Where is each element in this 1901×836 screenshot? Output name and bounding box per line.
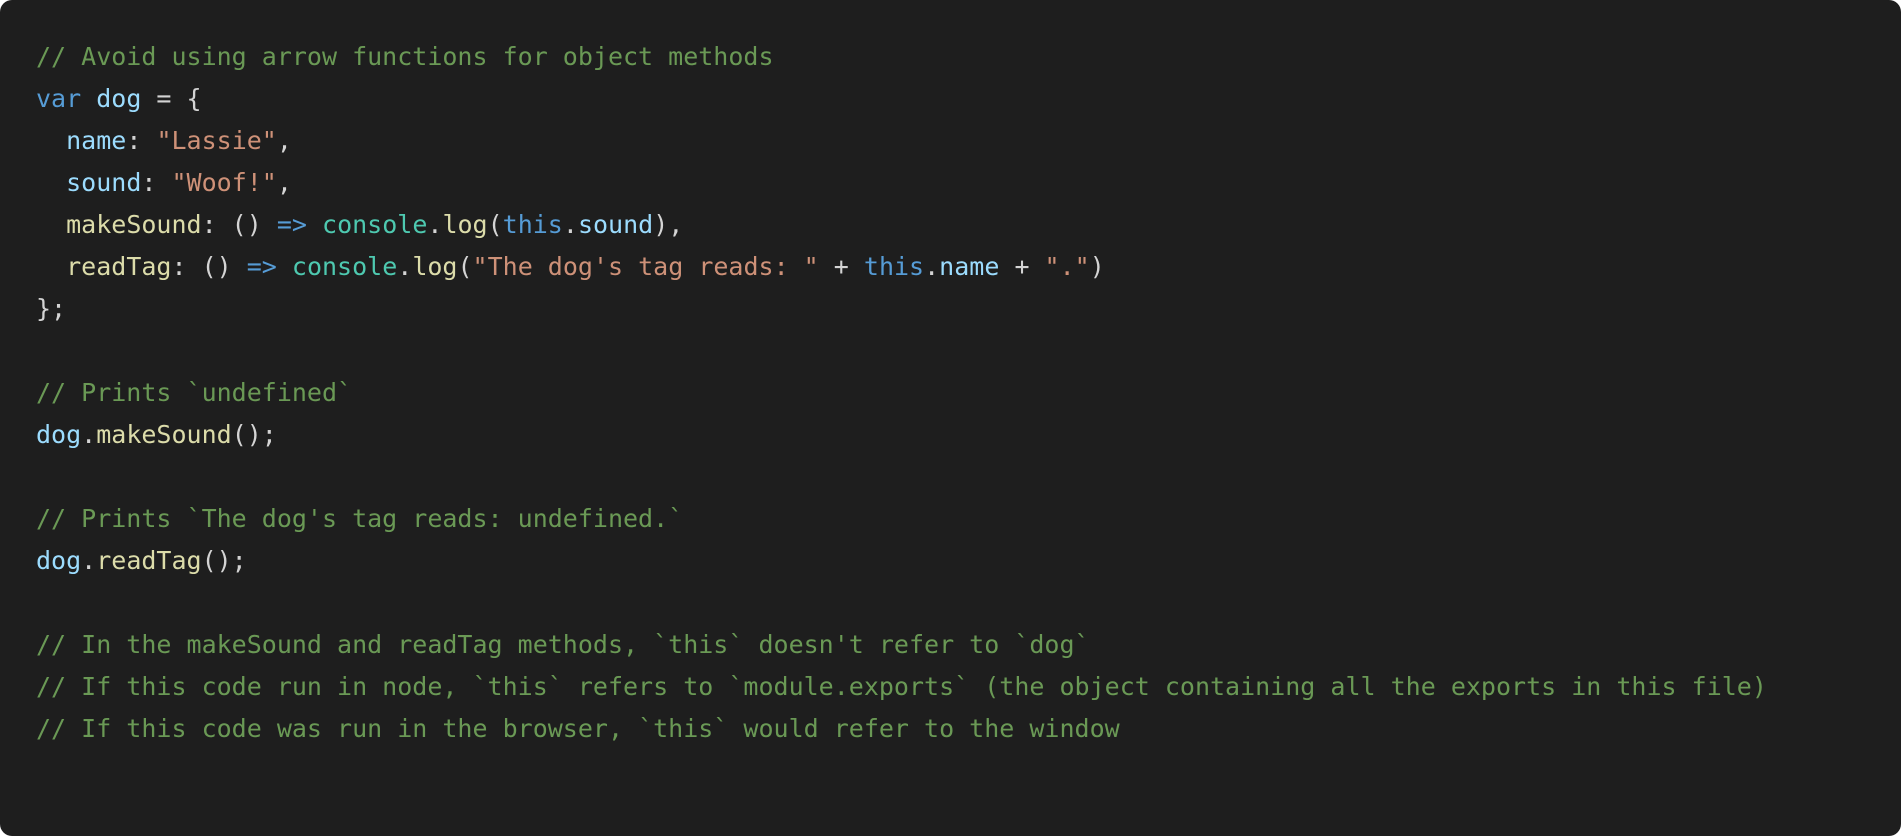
code-line: }; bbox=[36, 288, 1901, 330]
code-punctuation bbox=[81, 84, 96, 113]
code-punctuation: . bbox=[397, 252, 413, 281]
code-punctuation: , bbox=[276, 168, 292, 197]
code-punctuation: . bbox=[562, 210, 578, 239]
code-line: // If this code run in node, `this` refe… bbox=[36, 666, 1901, 708]
code-punctuation: : () bbox=[201, 210, 277, 239]
code-function-name: log bbox=[412, 252, 458, 281]
code-comment: // If this code was run in the browser, … bbox=[36, 714, 1120, 743]
code-line: makeSound: () => console.log(this.sound)… bbox=[36, 204, 1901, 246]
code-line: dog.readTag(); bbox=[36, 540, 1901, 582]
code-keyword: => bbox=[276, 210, 307, 239]
code-keyword: var bbox=[36, 84, 82, 113]
code-punctuation: ), bbox=[653, 210, 684, 239]
code-line: // In the makeSound and readTag methods,… bbox=[36, 624, 1901, 666]
code-punctuation bbox=[277, 252, 292, 281]
code-identifier: dog bbox=[36, 420, 82, 449]
code-line: name: "Lassie", bbox=[36, 120, 1901, 162]
code-string: "Lassie" bbox=[156, 126, 277, 155]
code-punctuation: . bbox=[81, 546, 97, 575]
code-punctuation: . bbox=[924, 252, 940, 281]
code-comment: // In the makeSound and readTag methods,… bbox=[36, 630, 1090, 659]
code-string: "." bbox=[1044, 252, 1090, 281]
code-comment: // Avoid using arrow functions for objec… bbox=[36, 42, 774, 71]
code-punctuation: . bbox=[427, 210, 443, 239]
code-function-name: readTag bbox=[66, 252, 172, 281]
code-punctuation: (); bbox=[231, 420, 277, 449]
code-punctuation: (); bbox=[201, 546, 247, 575]
code-function-name: log bbox=[442, 210, 488, 239]
code-punctuation: . bbox=[81, 420, 97, 449]
code-line: // If this code was run in the browser, … bbox=[36, 708, 1901, 750]
code-punctuation: : bbox=[141, 168, 172, 197]
code-line: dog.makeSound(); bbox=[36, 414, 1901, 456]
code-punctuation: : bbox=[126, 126, 157, 155]
code-editor: // Avoid using arrow functions for objec… bbox=[0, 0, 1901, 836]
code-comment: // If this code run in node, `this` refe… bbox=[36, 672, 1767, 701]
code-string: "Woof!" bbox=[171, 168, 277, 197]
code-punctuation bbox=[36, 126, 66, 155]
code-punctuation: }; bbox=[36, 294, 67, 323]
code-punctuation bbox=[36, 210, 66, 239]
code-line: sound: "Woof!", bbox=[36, 162, 1901, 204]
code-punctuation: + bbox=[999, 252, 1045, 281]
code-punctuation: , bbox=[276, 126, 292, 155]
code-function-name: makeSound bbox=[96, 420, 232, 449]
code-punctuation: ( bbox=[487, 210, 503, 239]
code-punctuation: ) bbox=[1089, 252, 1105, 281]
code-class-name: console bbox=[322, 210, 428, 239]
code-identifier: sound bbox=[577, 210, 654, 239]
code-line: // Prints `undefined` bbox=[36, 372, 1901, 414]
code-identifier: sound bbox=[66, 168, 142, 197]
code-keyword: this bbox=[863, 252, 925, 281]
code-identifier: dog bbox=[96, 84, 142, 113]
code-identifier: name bbox=[939, 252, 1000, 281]
code-line: readTag: () => console.log("The dog's ta… bbox=[36, 246, 1901, 288]
code-function-name: readTag bbox=[96, 546, 202, 575]
code-punctuation bbox=[307, 210, 322, 239]
code-punctuation: + bbox=[818, 252, 864, 281]
code-punctuation: = { bbox=[141, 84, 202, 113]
code-string: "The dog's tag reads: " bbox=[472, 252, 819, 281]
code-comment: // Prints `undefined` bbox=[36, 378, 353, 407]
code-keyword: => bbox=[246, 252, 277, 281]
code-line: // Avoid using arrow functions for objec… bbox=[36, 36, 1901, 78]
code-line: // Prints `The dog's tag reads: undefine… bbox=[36, 498, 1901, 540]
code-function-name: makeSound bbox=[66, 210, 202, 239]
code-identifier: dog bbox=[36, 546, 82, 575]
code-identifier: name bbox=[66, 126, 127, 155]
code-punctuation bbox=[36, 168, 66, 197]
code-class-name: console bbox=[291, 252, 398, 281]
code-keyword: this bbox=[502, 210, 563, 239]
code-punctuation bbox=[36, 252, 66, 281]
code-line: var dog = { bbox=[36, 78, 1901, 120]
code-punctuation: ( bbox=[457, 252, 473, 281]
code-block: // Avoid using arrow functions for objec… bbox=[36, 36, 1901, 750]
code-comment: // Prints `The dog's tag reads: undefine… bbox=[36, 504, 684, 533]
code-punctuation: : () bbox=[171, 252, 247, 281]
